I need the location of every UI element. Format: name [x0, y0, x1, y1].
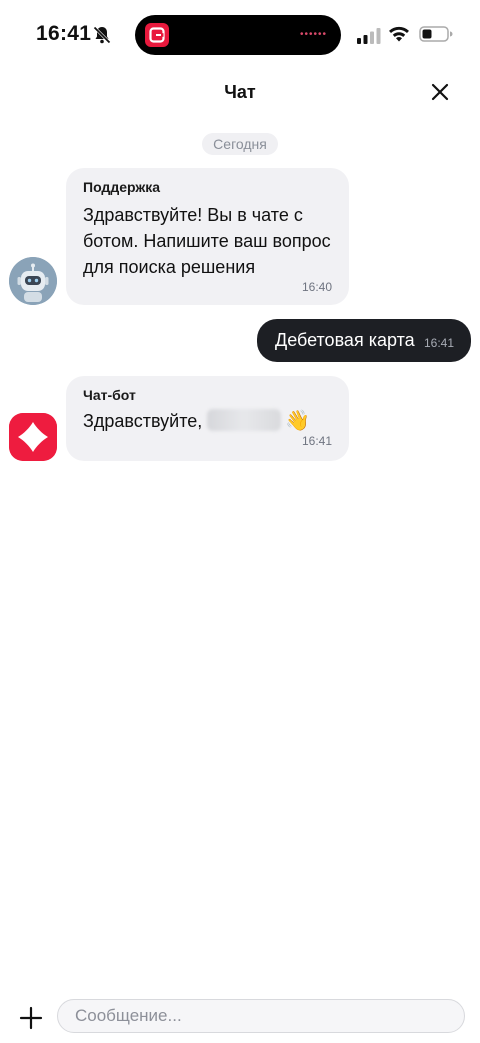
message-time: 16:40 — [301, 280, 332, 294]
message-text: Здравствуйте! Вы в чате с ботом. Напишит… — [83, 202, 331, 280]
brand-avatar-icon — [9, 413, 57, 461]
status-bar: 16:41 •••••• — [0, 0, 480, 70]
message-input[interactable] — [57, 999, 465, 1033]
recording-indicator: •••••• — [299, 29, 327, 40]
robot-avatar-icon — [9, 257, 57, 305]
message-line: Здравствуйте! Вы в чате с — [83, 205, 303, 225]
bell-slash-icon — [93, 26, 111, 44]
cellular-signal-icon — [357, 28, 381, 44]
chat-header: Чат — [0, 70, 480, 114]
page-title: Чат — [224, 82, 256, 102]
greeting-text: Здравствуйте, — [83, 411, 203, 431]
message-line: ботом. Напишите ваш вопрос — [83, 231, 331, 251]
message-text: Дебетовая карта — [275, 330, 415, 350]
message-composer — [0, 990, 480, 1043]
message-bubble-outgoing: Дебетовая карта 16:41 — [257, 319, 471, 362]
waving-hand-emoji: 👋 — [285, 410, 311, 432]
message-bubble-chatbot: Чат-бот Здравствуйте, 👋 16:41 — [66, 376, 349, 461]
wifi-icon — [389, 26, 409, 42]
close-icon[interactable] — [428, 80, 452, 104]
dynamic-island: •••••• — [135, 15, 341, 55]
date-divider: Сегодня — [202, 133, 278, 155]
status-time: 16:41 — [36, 22, 92, 45]
message-time: 16:41 — [301, 434, 332, 448]
message-sender: Чат-бот — [83, 387, 136, 403]
message-time: 16:41 — [423, 336, 454, 350]
message-sender: Поддержка — [83, 179, 161, 195]
plus-icon[interactable] — [17, 1004, 45, 1032]
battery-icon — [419, 26, 453, 42]
redacted-name — [207, 409, 282, 431]
app-logo-icon — [145, 23, 169, 47]
message-line: для поиска решения — [83, 257, 256, 277]
message-text: Здравствуйте, 👋 — [83, 408, 310, 434]
message-bubble-support: Поддержка Здравствуйте! Вы в чате с бото… — [66, 168, 349, 305]
